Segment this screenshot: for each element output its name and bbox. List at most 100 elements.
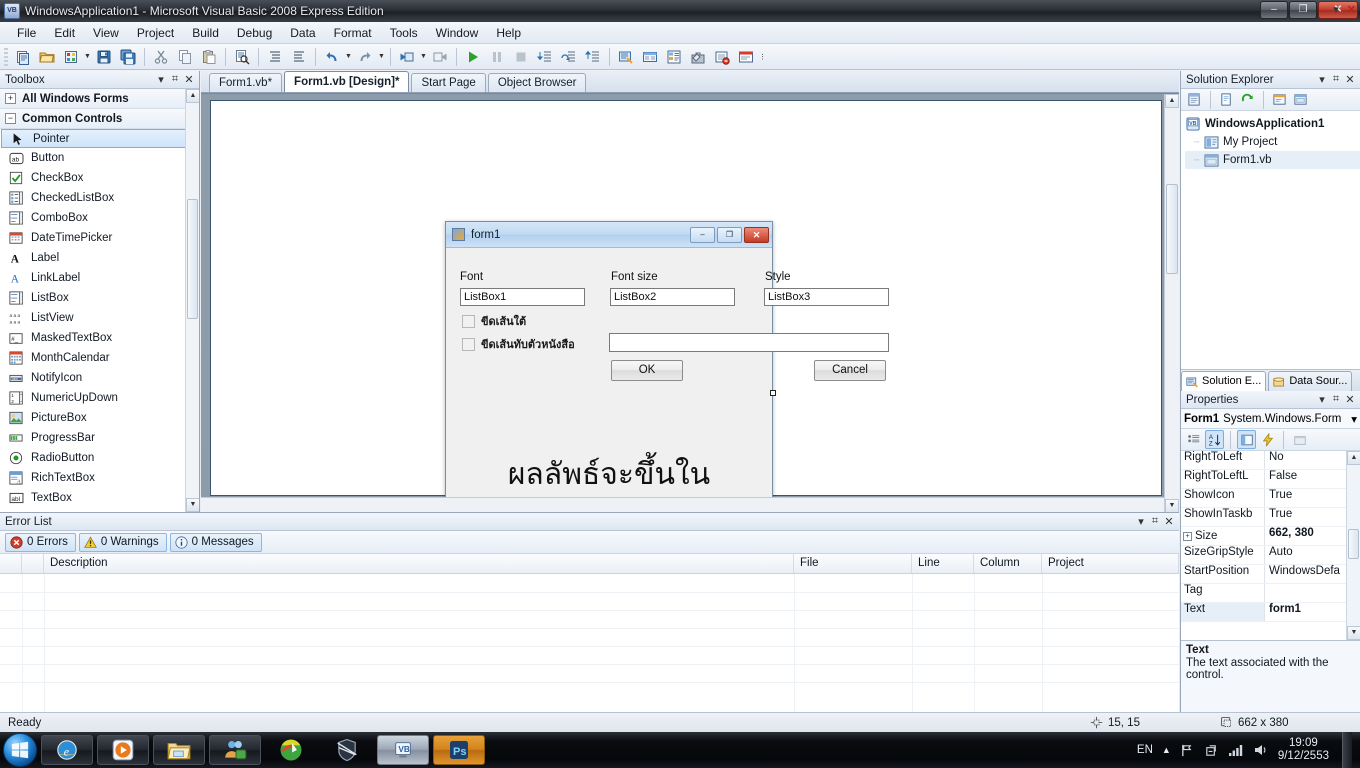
error-list-icon[interactable] [711, 46, 733, 68]
properties-pin-icon[interactable]: ⌗ [1329, 393, 1343, 406]
add-item-dropdown-icon[interactable]: ▼ [83, 46, 92, 68]
start-debugging-icon[interactable] [462, 46, 484, 68]
form-designer-surface[interactable]: form1 – ❐ ✕ Font Font size Style ListBox… [201, 93, 1179, 596]
solution-explorer-close-icon[interactable]: ✕ [1343, 73, 1357, 86]
toolbox-item-combobox[interactable]: ComboBox [0, 208, 199, 228]
view-code-icon[interactable] [1270, 90, 1289, 109]
designer-vertical-scrollbar[interactable]: ▲ ▼ [1164, 94, 1179, 513]
property-row-showintaskb[interactable]: ShowInTaskb True [1181, 508, 1360, 527]
menu-item-window[interactable]: Window [427, 23, 488, 43]
property-row-righttoleftl[interactable]: RightToLeftL False [1181, 470, 1360, 489]
clock[interactable]: 19:09 9/12/2553 [1278, 737, 1329, 763]
solution-tree-item-windowsapplication1[interactable]: VB WindowsApplication1 [1185, 115, 1360, 133]
save-all-icon[interactable] [117, 46, 139, 68]
toolbox-item-numericupdown[interactable]: 1 2 NumericUpDown [0, 388, 199, 408]
result-textbox[interactable] [609, 333, 889, 352]
errors-filter-chip[interactable]: 0 Errors [5, 532, 76, 552]
property-row-startposition[interactable]: StartPosition WindowsDefa [1181, 565, 1360, 584]
properties-window-icon[interactable] [639, 46, 661, 68]
properties-scrollbar[interactable]: ▲ ▼ [1346, 451, 1360, 640]
navigate-backward-icon[interactable] [396, 46, 418, 68]
document-tab-start-page[interactable]: Start Page [411, 73, 486, 92]
toolbox-item-progressbar[interactable]: ProgressBar [0, 428, 199, 448]
property-row-righttoleft[interactable]: RightToLeft No [1181, 451, 1360, 470]
toolbox-item-datetimepicker[interactable]: DateTimePicker [0, 228, 199, 248]
toolbox-item-label[interactable]: A Label [0, 248, 199, 268]
menu-item-format[interactable]: Format [325, 23, 381, 43]
property-row-showicon[interactable]: ShowIcon True [1181, 489, 1360, 508]
toolbox-item-listview[interactable]: a a aa a a ListView [0, 308, 199, 328]
toolbox-dropdown-icon[interactable]: ▾ [154, 73, 168, 86]
toolbox-group-common-controls[interactable]: − Common Controls [0, 109, 199, 129]
minimize-button[interactable]: – [1260, 1, 1288, 19]
error-list-column-description[interactable]: Description [44, 554, 794, 573]
toolbar-overflow-icon[interactable]: ⋮ [758, 46, 767, 68]
refresh-icon[interactable] [1238, 90, 1257, 109]
listbox1[interactable]: ListBox1 [460, 288, 585, 306]
document-tab-object-browser[interactable]: Object Browser [487, 73, 587, 92]
internet-download-manager-icon[interactable] [265, 735, 317, 765]
redo-dropdown-icon[interactable]: ▼ [377, 46, 386, 68]
error-list-rows[interactable] [0, 574, 1179, 712]
internet-explorer-icon[interactable]: e [41, 735, 93, 765]
step-over-icon[interactable] [558, 46, 580, 68]
solution-explorer-icon[interactable] [615, 46, 637, 68]
ok-button[interactable]: OK [611, 360, 683, 381]
stop-icon[interactable] [510, 46, 532, 68]
underline-checkbox[interactable]: ขีดเส้นใต้ [462, 312, 526, 330]
new-project-icon[interactable] [12, 46, 34, 68]
properties-grid[interactable]: RightToLeft No RightToLeftL False ShowIcon Tr… [1181, 451, 1360, 640]
toolbar-grip[interactable] [4, 47, 8, 66]
action-center-icon[interactable] [1204, 743, 1219, 758]
designer-scroll-down-icon[interactable]: ▼ [1165, 499, 1179, 513]
toolbox-item-list[interactable]: + All Windows Forms − Common Controls Pointe… [0, 89, 199, 512]
paste-icon[interactable] [198, 46, 220, 68]
cut-icon[interactable] [150, 46, 172, 68]
alphabetical-icon[interactable]: AZ [1205, 430, 1224, 449]
panel-tab-data-sources-icon[interactable]: Data Sour... [1268, 371, 1353, 391]
toolbox-scroll-up-icon[interactable]: ▲ [186, 89, 199, 103]
navigate-backward-dropdown-icon[interactable]: ▼ [419, 46, 428, 68]
toolbox-item-notifyicon[interactable]: ABC NotifyIcon [0, 368, 199, 388]
categorized-icon[interactable] [1184, 430, 1203, 449]
menu-item-project[interactable]: Project [128, 23, 183, 43]
menu-item-help[interactable]: Help [487, 23, 530, 43]
property-row-size[interactable]: + Size 662, 380 [1181, 527, 1360, 546]
property-row-tag[interactable]: Tag [1181, 584, 1360, 603]
antivirus-icon[interactable] [321, 735, 373, 765]
form1-minimize-button[interactable]: – [690, 226, 715, 243]
properties-scroll-up-icon[interactable]: ▲ [1347, 451, 1360, 465]
solution-tree-item-my-project[interactable]: ┈ My Project [1185, 133, 1360, 151]
solution-tree[interactable]: VB WindowsApplication1 ┈ My Project ┈ Form1.v… [1181, 111, 1360, 369]
toolbox-scroll-thumb[interactable] [187, 199, 198, 319]
error-list-column-project[interactable]: Project [1042, 554, 1179, 573]
property-row-sizegripstyle[interactable]: SizeGripStyle Auto [1181, 546, 1360, 565]
language-indicator[interactable]: EN [1137, 744, 1153, 756]
document-tab-form1-vb-design-[interactable]: Form1.vb [Design]* [284, 71, 410, 92]
solution-explorer-dropdown-icon[interactable]: ▾ [1315, 73, 1329, 86]
designer-canvas[interactable]: form1 – ❐ ✕ Font Font size Style ListBox… [210, 100, 1162, 596]
save-icon[interactable] [93, 46, 115, 68]
messages-filter-chip[interactable]: 0 Messages [169, 532, 262, 552]
expander-icon[interactable]: − [5, 113, 16, 124]
properties-close-icon[interactable]: ✕ [1343, 393, 1357, 406]
panel-tab-solution-explorer-icon[interactable]: Solution E... [1181, 371, 1267, 391]
properties-view-icon[interactable] [1237, 430, 1256, 449]
listbox2[interactable]: ListBox2 [610, 288, 735, 306]
active-files-dropdown-icon[interactable]: ▾ [1333, 3, 1339, 16]
add-new-item-icon[interactable] [60, 46, 82, 68]
properties-object-dropdown-icon[interactable]: ▾ [1348, 412, 1360, 426]
solution-explorer-pin-icon[interactable]: ⌗ [1329, 73, 1343, 86]
windows-media-player-icon[interactable] [97, 735, 149, 765]
toolbox-item-checkbox[interactable]: CheckBox [0, 168, 199, 188]
designer-scroll-thumb[interactable] [1166, 184, 1178, 274]
error-list-column-line[interactable]: Line [912, 554, 974, 573]
listbox3[interactable]: ListBox3 [764, 288, 889, 306]
properties-scroll-thumb[interactable] [1348, 529, 1359, 559]
toolbox-item-linklabel[interactable]: A LinkLabel [0, 268, 199, 288]
underline-checkbox-box[interactable] [462, 314, 475, 328]
find-icon[interactable] [231, 46, 253, 68]
properties-scroll-down-icon[interactable]: ▼ [1347, 626, 1360, 640]
error-list-column-icon-0[interactable] [0, 554, 22, 573]
immediate-window-icon[interactable] [735, 46, 757, 68]
